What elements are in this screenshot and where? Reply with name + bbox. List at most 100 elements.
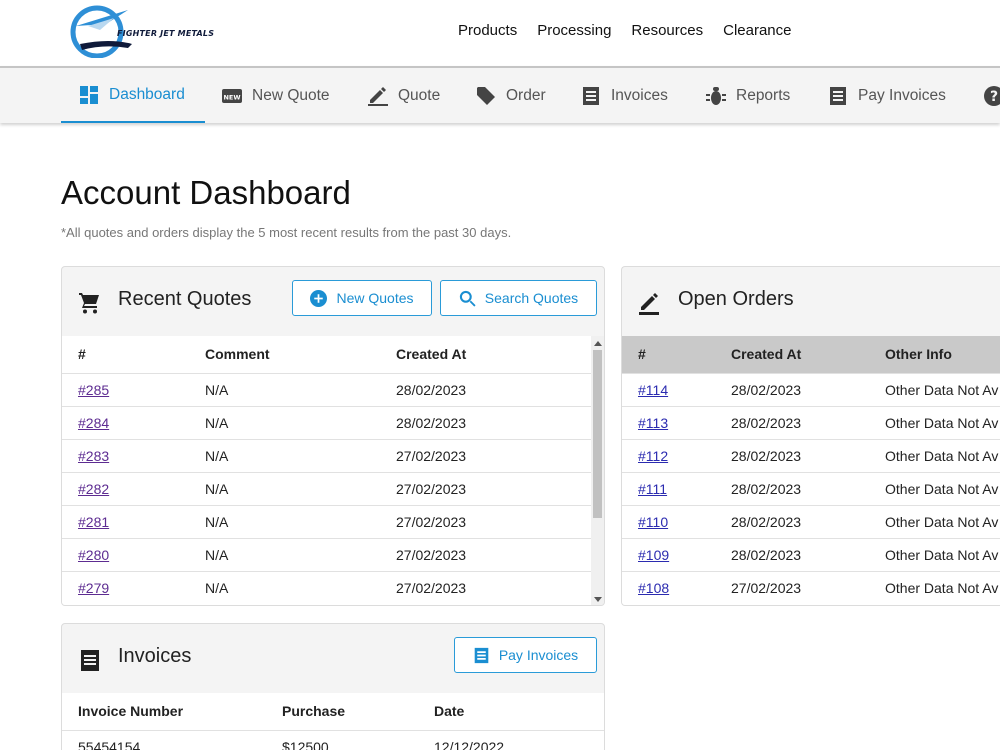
table-cell: $12500 [282,729,434,750]
invoices-card: Invoices Pay Invoices Invoice Number Pur… [61,623,605,750]
order-link[interactable]: #114 [638,382,668,398]
card-header: Invoices Pay Invoices [62,624,604,692]
table-cell: N/A [205,537,396,571]
receipt-icon [583,86,599,105]
column-header: # [638,346,646,363]
table-cell: N/A [205,471,396,505]
tab-help[interactable]: ? [984,68,1000,123]
dashboard-icon [80,85,98,104]
top-nav-resources[interactable]: Resources [631,22,703,39]
button-label: Search Quotes [484,290,579,306]
tab-label: Pay Invoices [858,86,946,104]
table-cell: 28/02/2023 [731,372,885,406]
table-row: #109 28/02/2023 Other Data Not Av [622,537,1000,571]
table-row: #279 N/A 27/02/2023 [62,570,591,604]
cart-icon [79,293,99,314]
top-nav-clearance[interactable]: Clearance [723,22,791,39]
tab-order[interactable]: Order [476,68,546,123]
table-cell: 27/02/2023 [396,438,591,472]
table-row: #282 N/A 27/02/2023 [62,471,591,505]
quote-link[interactable]: #281 [78,514,109,530]
tab-new-quote[interactable]: NEW New Quote [222,68,330,123]
svg-text:?: ? [990,89,998,105]
order-link[interactable]: #110 [638,514,668,530]
tab-reports[interactable]: Reports [706,68,790,123]
table-cell: N/A [205,570,396,604]
scroll-up-arrow-icon[interactable] [594,341,602,346]
quote-link[interactable]: #282 [78,481,109,497]
column-header: Created At [396,346,467,363]
quote-link[interactable]: #279 [78,580,109,596]
order-link[interactable]: #108 [638,580,669,596]
column-header: Purchase [282,703,346,720]
tab-quote[interactable]: Quote [368,68,440,123]
table-cell: 28/02/2023 [731,405,885,439]
page-note: *All quotes and orders display the 5 mos… [61,225,512,240]
table-cell: 27/02/2023 [396,504,591,538]
page-title: Account Dashboard [61,174,351,211]
scroll-thumb[interactable] [593,350,602,518]
table-cell: 27/02/2023 [396,471,591,505]
svg-text:NEW: NEW [223,93,240,101]
quote-link[interactable]: #285 [78,382,109,398]
column-header: # [78,346,86,363]
pencil-icon [368,86,388,106]
tab-label: Invoices [611,86,668,104]
search-quotes-button[interactable]: Search Quotes [440,280,597,316]
recent-quotes-table: # Comment Created At #285 N/A 28/02/2023 #… [62,336,591,604]
table-cell: N/A [205,438,396,472]
pay-invoices-button[interactable]: Pay Invoices [454,637,597,673]
receipt-icon [474,647,489,663]
column-header: Other Info [885,346,952,363]
table-row: #111 28/02/2023 Other Data Not Av [622,471,1000,505]
table-cell: 28/02/2023 [396,372,591,406]
table-row: #112 28/02/2023 Other Data Not Av [622,438,1000,472]
quotes-scrollbar[interactable] [591,336,604,605]
tab-label: Reports [736,86,791,104]
tab-label: New Quote [252,86,330,104]
table-header-row: # Created At Other Info [622,336,1000,373]
table-row: #108 27/02/2023 Other Data Not Av [622,570,1000,604]
tab-dashboard[interactable]: Dashboard [61,68,205,123]
account-tab-bar: Dashboard NEW New Quote Quote Order Invo… [0,66,1000,123]
order-link[interactable]: #112 [638,448,668,464]
table-cell: N/A [205,372,396,406]
table-cell: Other Data Not Av [885,405,1000,439]
table-row: #114 28/02/2023 Other Data Not Av [622,372,1000,406]
quote-link[interactable]: #284 [78,415,109,431]
tag-icon [477,86,495,105]
card-header: Open Orders [622,267,1000,335]
card-title: Open Orders [678,288,794,310]
new-badge-icon: NEW [222,88,242,103]
table-cell: 28/02/2023 [731,438,885,472]
tab-label: Dashboard [109,85,185,103]
new-quotes-button[interactable]: New Quotes [292,280,432,316]
order-link[interactable]: #113 [638,415,668,431]
help-icon: ? [984,85,1000,106]
card-header: Recent Quotes New Quotes Search Quotes [62,267,604,335]
tab-pay-invoices[interactable]: Pay Invoices [828,68,946,123]
brand-logo[interactable]: FIGHTER JET METALS [70,4,235,59]
bug-icon [706,86,726,105]
order-link[interactable]: #111 [638,481,667,497]
scroll-down-arrow-icon[interactable] [594,597,602,602]
table-header-row: Invoice Number Purchase Date [62,693,604,730]
card-title: Recent Quotes [118,288,252,310]
table-cell: 27/02/2023 [396,537,591,571]
top-nav-processing[interactable]: Processing [537,22,611,39]
table-cell: 12/12/2022 [434,729,604,750]
table-cell: Other Data Not Av [885,372,1000,406]
quote-link[interactable]: #283 [78,448,109,464]
table-row: #280 N/A 27/02/2023 [62,537,591,571]
table-cell: N/A [205,405,396,439]
quote-link[interactable]: #280 [78,547,109,563]
table-cell: 28/02/2023 [731,471,885,505]
column-header: Comment [205,346,270,363]
quotes-table-body: # Comment Created At #285 N/A 28/02/2023 #… [62,336,591,605]
top-nav-products[interactable]: Products [458,22,517,39]
tab-invoices[interactable]: Invoices [581,68,668,123]
table-cell: 28/02/2023 [396,405,591,439]
column-header: Created At [731,346,802,363]
order-link[interactable]: #109 [638,547,669,563]
button-label: New Quotes [336,290,414,306]
